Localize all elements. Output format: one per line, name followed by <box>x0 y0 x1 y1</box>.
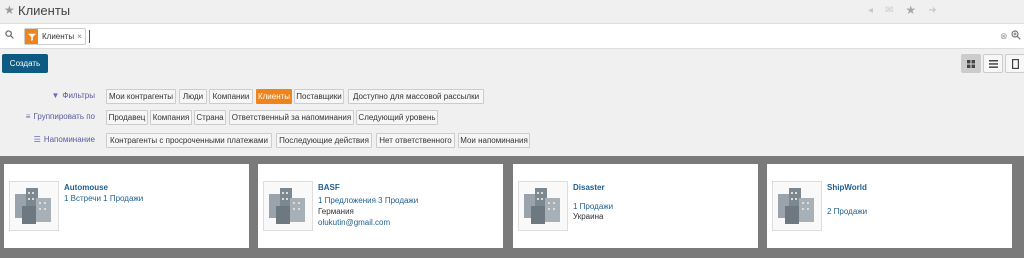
search-facet[interactable]: Клиенты × <box>24 28 86 45</box>
facet-close-icon[interactable]: × <box>77 32 85 41</box>
filter-icon: ▼ <box>51 91 60 100</box>
kanban-card[interactable]: ShipWorld 2 Продажи <box>767 164 1012 248</box>
grid-icon <box>967 59 975 68</box>
card-stats[interactable]: 1 Встречи 1 Продажи <box>64 194 143 203</box>
create-button[interactable]: Создать <box>2 54 48 73</box>
filters-row: ▼ Фильтры Мои контрагенты Люди Компании К… <box>0 88 1024 106</box>
form-view-button[interactable] <box>1005 54 1024 73</box>
reminder-label: ☰ Напоминание <box>33 135 95 144</box>
form-icon <box>1011 58 1019 69</box>
filter-people[interactable]: Люди <box>179 89 207 104</box>
card-stats[interactable]: 1 Продажи <box>573 202 613 211</box>
page-title: Клиенты <box>18 3 71 18</box>
reminder-overdue-payments[interactable]: Контрагенты с просроченными платежами <box>106 133 272 148</box>
search-icon[interactable] <box>5 30 14 42</box>
building-icon <box>778 188 814 224</box>
filters-label: ▼ Фильтры <box>51 91 95 100</box>
clear-icon[interactable]: ⊗ <box>1000 31 1008 42</box>
list-view-button[interactable] <box>983 54 1003 73</box>
filter-icon <box>25 29 38 44</box>
card-name[interactable]: Disaster <box>573 183 605 192</box>
kanban-card[interactable]: Disaster 1 Продажи Украина <box>513 164 758 248</box>
card-stats[interactable]: 2 Продажи <box>827 207 867 216</box>
database-icon: ☰ <box>33 135 41 144</box>
card-country: Германия <box>318 207 354 216</box>
kanban-card[interactable]: BASF 1 Предложения 3 Продажи Германия ol… <box>258 164 503 248</box>
groupby-next-level[interactable]: Следующий уровень <box>356 110 438 125</box>
company-image <box>772 181 822 231</box>
card-email[interactable]: olukutin@gmail.com <box>318 218 390 227</box>
kanban-view-button[interactable] <box>961 54 981 73</box>
reminder-followups[interactable]: Последующие действия <box>276 133 372 148</box>
list-icon <box>988 59 998 68</box>
kanban-card[interactable]: Automouse 1 Встречи 1 Продажи <box>4 164 249 248</box>
filter-suppliers[interactable]: Поставщики <box>294 89 344 104</box>
filter-my-partners[interactable]: Мои контрагенты <box>106 89 176 104</box>
reminder-no-responsible[interactable]: Нет ответственного <box>376 133 455 148</box>
card-name[interactable]: Automouse <box>64 183 108 192</box>
card-name[interactable]: ShipWorld <box>827 183 867 192</box>
zoom-icon[interactable] <box>1011 30 1021 43</box>
mail-icon[interactable]: ✉ <box>885 5 893 17</box>
filter-mass-mailing[interactable]: Доступно для массовой рассылки <box>348 89 484 104</box>
top-bar: ★ Клиенты ◂ ✉ ★ ➜ <box>0 0 1024 22</box>
filter-customers[interactable]: Клиенты <box>256 89 292 104</box>
company-image <box>263 181 313 231</box>
favorite-icon[interactable]: ★ <box>905 3 916 17</box>
building-icon <box>269 188 305 224</box>
reminder-row: ☰ Напоминание Контрагенты с просроченными… <box>0 132 1024 150</box>
groupby-salesperson[interactable]: Продавец <box>106 110 148 125</box>
groupby-country[interactable]: Страна <box>194 110 226 125</box>
groupby-row: ≡ Группировать по Продавец Компания Стран… <box>0 109 1024 127</box>
company-image <box>9 181 59 231</box>
search-input[interactable] <box>89 30 90 43</box>
groupby-company[interactable]: Компания <box>150 110 192 125</box>
building-icon <box>524 188 560 224</box>
filter-companies[interactable]: Компании <box>209 89 253 104</box>
facet-label: Клиенты <box>42 32 75 41</box>
star-icon[interactable]: ★ <box>4 3 15 17</box>
card-stats[interactable]: 1 Предложения 3 Продажи <box>318 196 418 205</box>
card-name[interactable]: BASF <box>318 183 340 192</box>
speaker-icon[interactable]: ◂ <box>868 5 873 17</box>
layers-icon: ≡ <box>25 112 31 121</box>
card-country: Украина <box>573 212 604 221</box>
groupby-reminder-owner[interactable]: Ответственный за напоминания <box>229 110 354 125</box>
groupby-label: ≡ Группировать по <box>25 112 95 121</box>
building-icon <box>15 188 51 224</box>
reminder-my-reminders[interactable]: Мои напоминания <box>458 133 530 148</box>
search-bar: Клиенты × ⊗ <box>0 23 1024 49</box>
top-icons: ◂ ✉ ★ ➜ <box>868 3 937 17</box>
logout-icon[interactable]: ➜ <box>928 5 936 17</box>
company-image <box>518 181 568 231</box>
